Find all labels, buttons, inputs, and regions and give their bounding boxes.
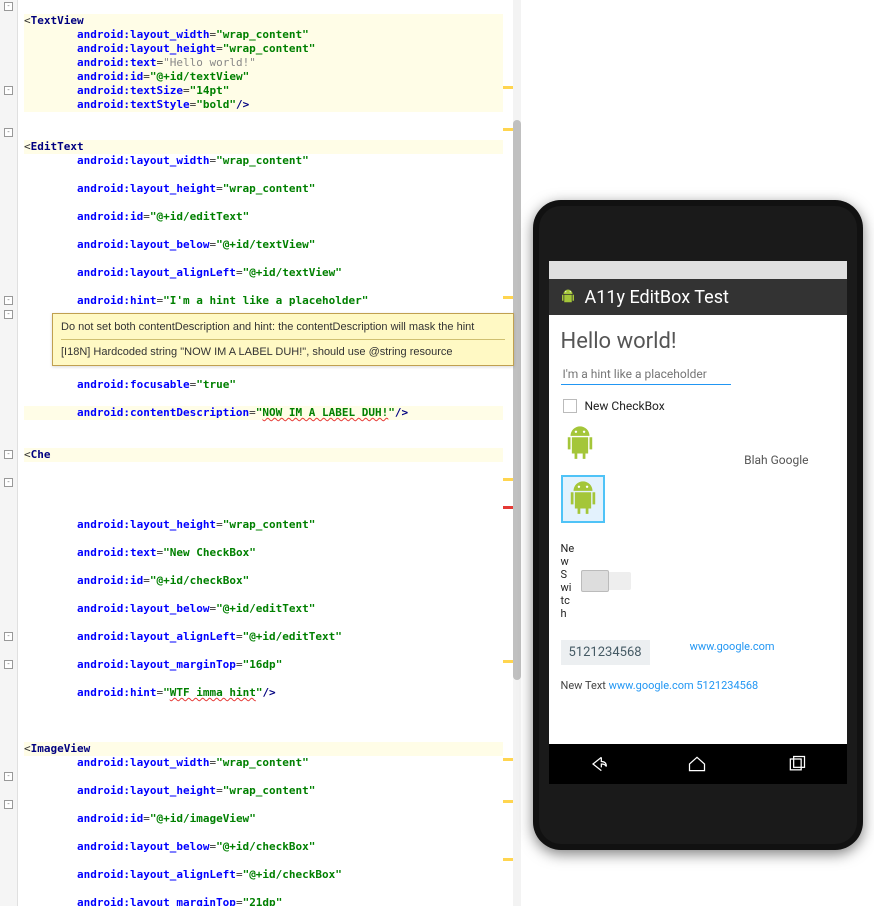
warning-marker[interactable]	[503, 128, 513, 131]
fold-icon[interactable]: -	[4, 772, 13, 781]
fold-icon[interactable]: -	[4, 2, 13, 11]
back-icon[interactable]	[586, 754, 610, 774]
fold-icon[interactable]: -	[4, 660, 13, 669]
vertical-scrollbar[interactable]	[513, 0, 521, 906]
hint-input[interactable]	[561, 364, 731, 385]
fold-icon[interactable]: -	[4, 800, 13, 809]
app-bar: A11y EditBox Test	[549, 279, 847, 315]
tag-textview: TextView	[31, 14, 84, 27]
device-preview-pane: A11y EditBox Test Hello world! New Check…	[521, 0, 874, 906]
footer-link[interactable]: www.google.com 5121234568	[609, 679, 759, 692]
android-icon	[559, 288, 577, 306]
selected-image-button[interactable]	[561, 475, 605, 523]
tag-imageview: ImageView	[31, 742, 91, 755]
fold-icon[interactable]: -	[4, 632, 13, 641]
android-robot-icon	[563, 425, 597, 463]
fold-icon[interactable]: -	[4, 310, 13, 319]
checkbox-row[interactable]: New CheckBox	[563, 399, 835, 413]
android-robot-icon	[566, 480, 600, 518]
hello-text: Hello world!	[561, 329, 835, 354]
app-title: A11y EditBox Test	[585, 287, 729, 308]
switch-track[interactable]	[581, 572, 631, 590]
home-icon[interactable]	[685, 754, 709, 774]
checkbox-icon[interactable]	[563, 399, 577, 413]
tooltip-line-2: [I18N] Hardcoded string "NOW IM A LABEL …	[61, 345, 505, 359]
switch-thumb[interactable]	[581, 570, 609, 592]
tooltip-line-1: Do not set both contentDescription and h…	[61, 320, 505, 334]
lint-tooltip: Do not set both contentDescription and h…	[52, 313, 514, 366]
warning-marker[interactable]	[503, 296, 513, 299]
recents-icon[interactable]	[785, 754, 809, 774]
blah-text: Blah Google	[744, 453, 808, 467]
tag-edittext: EditText	[31, 140, 84, 153]
fold-icon[interactable]: -	[4, 296, 13, 305]
switch-label: New Switch	[561, 542, 575, 620]
warning-marker[interactable]	[503, 758, 513, 761]
warning-marker[interactable]	[503, 478, 513, 481]
checkbox-label: New CheckBox	[585, 399, 665, 413]
fold-icon[interactable]: -	[4, 450, 13, 459]
device-navbar	[549, 744, 847, 784]
scrollbar-thumb[interactable]	[513, 120, 521, 680]
warning-marker[interactable]	[503, 86, 513, 89]
warning-marker[interactable]	[503, 858, 513, 861]
editor-gutter: - - - - - - - - - - -	[0, 0, 18, 906]
warning-marker[interactable]	[503, 660, 513, 663]
switch-row[interactable]: New Switch	[561, 542, 835, 620]
device-frame: A11y EditBox Test Hello world! New Check…	[533, 200, 863, 850]
footer-text: New Text	[561, 679, 609, 692]
error-marker[interactable]	[503, 506, 513, 509]
code-area[interactable]: <TextView android:layout_width="wrap_con…	[18, 0, 503, 906]
fold-icon[interactable]: -	[4, 478, 13, 487]
fold-icon[interactable]: -	[4, 128, 13, 137]
fold-icon[interactable]: -	[4, 86, 13, 95]
xml-editor-pane[interactable]: - - - - - - - - - - - <TextView android:…	[0, 0, 521, 906]
phone-number[interactable]: 5121234568	[561, 640, 650, 665]
device-screen: A11y EditBox Test Hello world! New Check…	[549, 261, 847, 784]
warning-marker[interactable]	[503, 800, 513, 803]
status-bar	[549, 261, 847, 279]
url-link[interactable]: www.google.com	[690, 640, 775, 653]
tag-checkbox-partial: Che	[31, 448, 51, 461]
marker-bar	[503, 0, 513, 906]
